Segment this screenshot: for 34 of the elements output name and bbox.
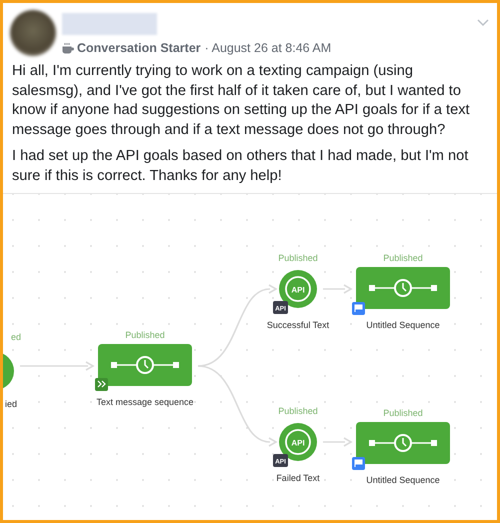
status-label: Published: [125, 330, 165, 340]
node-label: Text message sequence: [96, 397, 194, 407]
node-label: Successful Text: [266, 320, 330, 330]
start-node[interactable]: [3, 352, 14, 390]
timeline-clock-icon: [369, 434, 437, 452]
node-label: Untitled Sequence: [366, 475, 440, 485]
connector-arrow: [323, 437, 353, 447]
status-label: Published: [278, 253, 318, 263]
post-timestamp[interactable]: · August 26 at 8:46 AM: [204, 41, 332, 55]
flag-icon: [352, 302, 365, 315]
api-node[interactable]: [279, 270, 317, 308]
api-badge: [273, 301, 288, 314]
coffee-cup-icon: [62, 42, 74, 54]
badge-label: Conversation Starter: [77, 41, 201, 55]
post-paragraph: I had set up the API goals based on others that I had made, but I'm not sure if this is correct. Thanks for any help!: [12, 147, 470, 186]
post-paragraph: Hi all, I'm currently trying to work on a texting campaign (using salesmsg), and I've got the first half of it taken care of, but I wanted to know if anyone had suggestions on setting up the API goals for if a text message goes through and if a text message does not go through?: [12, 62, 471, 140]
status-label: ed: [10, 332, 21, 342]
node-label: ied: [4, 399, 17, 409]
status-label: Published: [278, 406, 318, 416]
node-label: Failed Text: [276, 473, 320, 483]
timeline-clock-icon: [369, 279, 437, 297]
api-text: API: [291, 438, 305, 448]
timeline-clock-icon: [111, 356, 179, 374]
api-node[interactable]: [279, 423, 317, 461]
avatar[interactable]: [10, 10, 56, 56]
chevron-down-icon[interactable]: [477, 19, 489, 27]
connector-arrow: [323, 284, 353, 294]
node-label: Untitled Sequence: [366, 320, 440, 330]
status-label: Published: [383, 408, 423, 418]
double-chevron-icon: [95, 378, 108, 391]
api-text: API: [291, 286, 305, 294]
api-badge: [273, 454, 288, 467]
status-label: Published: [383, 253, 423, 263]
flag-icon: [352, 457, 365, 470]
